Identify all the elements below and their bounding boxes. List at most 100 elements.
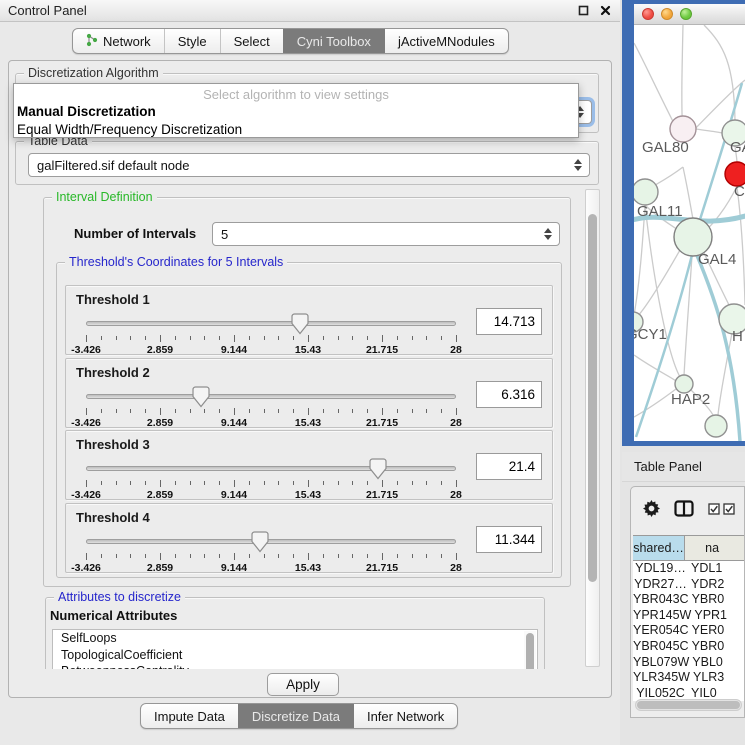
slider-tick-labels: -3.4262.8599.14415.4321.71528 — [86, 344, 456, 356]
network-edge — [696, 129, 722, 133]
threshold-4-slider[interactable]: -3.4262.8599.14415.4321.71528 — [86, 530, 456, 572]
table-row[interactable]: YBR043CYBR0 — [633, 592, 744, 608]
node-gal11[interactable] — [634, 179, 658, 205]
algorithm-hint: Select algorithm to view settings — [14, 87, 578, 103]
interval-definition-group: Interval Definition Number of Intervals … — [43, 197, 571, 587]
threshold-2-slider[interactable]: -3.4262.8599.14415.4321.71528 — [86, 385, 456, 427]
threshold-3-value-input[interactable] — [476, 453, 542, 480]
panel-scrollbar[interactable] — [585, 189, 600, 667]
table-row[interactable]: YDR27…YDR2 — [633, 577, 744, 593]
slider-ticks — [86, 479, 456, 489]
slider-track[interactable] — [86, 321, 456, 326]
node-label: GAL11 — [637, 203, 683, 220]
node-label: H — [732, 328, 743, 345]
table-data-select[interactable]: galFiltered.sif default node — [28, 153, 590, 177]
bottom-tab-label: Impute Data — [154, 709, 225, 724]
number-of-intervals-select[interactable]: 5 — [212, 222, 560, 246]
table-row[interactable]: YDL19…YDL1 — [633, 561, 744, 577]
table-cell: YBL079W — [633, 655, 689, 671]
threshold-3-label: Threshold 3 — [76, 437, 150, 452]
threshold-1-slider[interactable]: -3.4262.8599.14415.4321.71528 — [86, 312, 456, 354]
bottom-tab-impute-data[interactable]: Impute Data — [141, 704, 238, 728]
slider-ticks — [86, 407, 456, 417]
table-cell: YPR145W — [633, 608, 691, 624]
node-label: GCY1 — [634, 326, 667, 343]
tab-label: Style — [178, 34, 207, 49]
slider-track[interactable] — [86, 466, 456, 471]
list-item[interactable]: BetweennessCentrality — [53, 663, 537, 669]
table-cell: YER0 — [689, 623, 744, 639]
close-panel-icon[interactable] — [599, 4, 612, 17]
bottom-tab-discretize-data[interactable]: Discretize Data — [238, 704, 353, 728]
tab-style[interactable]: Style — [164, 29, 220, 53]
control-panel: Control Panel NetworkStyleSelectCyni Too… — [0, 0, 620, 745]
table-panel: shared… na YDL19…YDL1YDR27…YDR2YBR043CYB… — [630, 486, 745, 718]
checkbox-checked-icon[interactable] — [723, 502, 735, 520]
tick-label: 28 — [450, 344, 462, 356]
column-header-name[interactable]: na — [685, 536, 744, 560]
network-canvas[interactable]: GAL80GACGAL11GAL4GCY1HHAP2 — [634, 25, 745, 441]
checkbox-checked-icon[interactable] — [708, 502, 720, 520]
tick-label: 21.715 — [366, 344, 398, 356]
table-cell: YLR345W — [633, 670, 690, 686]
gear-icon[interactable] — [643, 500, 660, 522]
numerical-attributes-list[interactable]: SelfLoopsTopologicalCoefficientBetweenne… — [52, 629, 538, 669]
table-cell: YBR045C — [633, 639, 689, 655]
table-row[interactable]: YER054CYER0 — [633, 623, 744, 639]
network-window-titlebar[interactable] — [634, 4, 745, 25]
algorithm-option[interactable]: Equal Width/Frequency Discretization — [14, 121, 578, 139]
table-row[interactable]: YBL079WYBL0 — [633, 655, 744, 671]
column-header-shared-name[interactable]: shared… — [633, 536, 685, 560]
combo-stepper-icon — [574, 159, 582, 171]
network-icon — [86, 33, 98, 50]
threshold-2-value-input[interactable] — [476, 381, 542, 408]
tick-label: 9.144 — [221, 417, 247, 429]
tick-label: 2.859 — [147, 562, 173, 574]
zoom-window-icon[interactable] — [680, 8, 692, 20]
tab-jactivemnodules[interactable]: jActiveMNodules — [384, 29, 508, 53]
slider-track[interactable] — [86, 539, 456, 544]
list-item[interactable]: TopologicalCoefficient — [53, 647, 537, 664]
network-edge — [636, 250, 680, 318]
threshold-4-label: Threshold 4 — [76, 510, 150, 525]
table-cell: YBR0 — [689, 639, 744, 655]
tab-select[interactable]: Select — [220, 29, 283, 53]
table-row[interactable]: YBR045CYBR0 — [633, 639, 744, 655]
minimize-window-icon[interactable] — [661, 8, 673, 20]
threshold-3-slider[interactable]: -3.4262.8599.14415.4321.71528 — [86, 457, 456, 499]
list-scrollbar[interactable] — [524, 631, 536, 669]
slider-thumb[interactable] — [192, 386, 210, 408]
tick-label: 15.43 — [295, 489, 321, 501]
close-window-icon[interactable] — [642, 8, 654, 20]
table-cell: YER054C — [633, 623, 689, 639]
tick-label: 2.859 — [147, 344, 173, 356]
threshold-4-value-input[interactable] — [476, 526, 542, 553]
slider-track[interactable] — [86, 394, 456, 399]
top-tab-bar: Network Style SelectCyni Toolbox jActiveMNo… — [72, 28, 509, 54]
column-settings-icon[interactable] — [674, 500, 694, 522]
bottom-tab-infer-network[interactable]: Infer Network — [353, 704, 457, 728]
table-horizontal-scrollbar[interactable] — [635, 699, 742, 711]
slider-thumb[interactable] — [291, 313, 309, 335]
tab-cyni-toolbox[interactable]: Cyni Toolbox — [283, 29, 384, 53]
apply-button[interactable]: Apply — [267, 673, 339, 696]
tick-label: -3.426 — [71, 344, 101, 356]
table-row[interactable]: YLR345WYLR3 — [633, 670, 744, 686]
group-title-thresholds: Threshold's Coordinates for 5 Intervals — [65, 255, 287, 269]
node-bottom[interactable] — [705, 415, 727, 437]
network-edge — [737, 187, 745, 305]
threshold-1-value-input[interactable] — [476, 308, 542, 335]
tab-label: jActiveMNodules — [398, 34, 495, 49]
node-label: GA — [730, 139, 745, 156]
slider-thumb[interactable] — [369, 458, 387, 480]
table-toolbar — [631, 487, 744, 534]
algorithm-option[interactable]: Manual Discretization — [14, 103, 578, 121]
network-edge-highlighted — [636, 255, 692, 437]
table-row[interactable]: YPR145WYPR1 — [633, 608, 744, 624]
threshold-2-label: Threshold 2 — [76, 365, 150, 380]
table-cell: YBR043C — [633, 592, 689, 608]
slider-thumb[interactable] — [251, 531, 269, 553]
float-panel-icon[interactable] — [577, 4, 590, 17]
list-item[interactable]: SelfLoops — [53, 630, 537, 647]
tab-network[interactable]: Network — [73, 29, 164, 53]
